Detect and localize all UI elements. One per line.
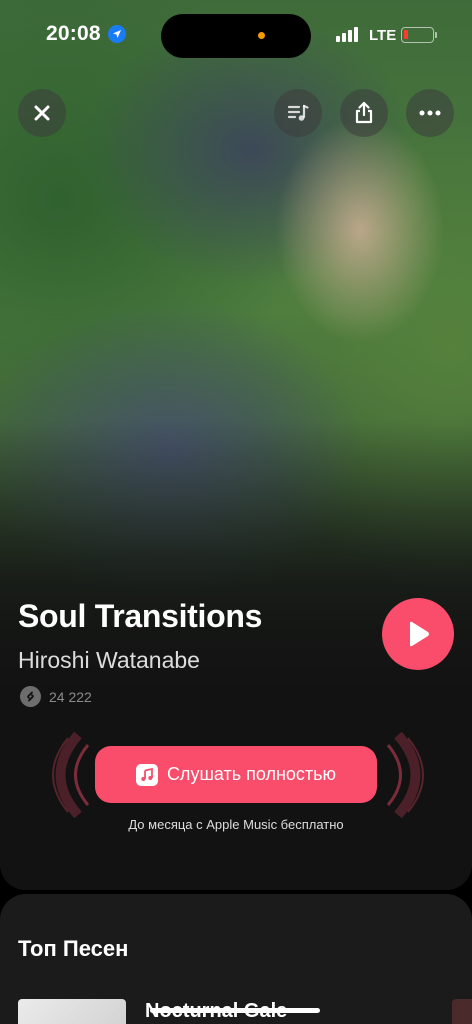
battery-level [404, 30, 408, 39]
apple-music-icon [135, 763, 158, 786]
top-songs-title: Топ Песен [18, 936, 129, 961]
battery-icon [401, 27, 434, 43]
more-button[interactable] [406, 89, 454, 137]
network-type: LTE [369, 27, 397, 44]
play-icon [410, 621, 429, 647]
listen-full-button[interactable]: Слушать полностью [95, 746, 377, 803]
share-icon [355, 101, 373, 124]
song-artwork[interactable] [18, 999, 126, 1024]
location-arrow-icon [108, 25, 126, 43]
home-indicator[interactable] [150, 1008, 320, 1013]
dynamic-island [161, 14, 311, 58]
more-icon [419, 110, 441, 116]
apple-music-trial-note: До месяца с Apple Music бесплатно [128, 817, 344, 832]
play-button[interactable] [382, 598, 454, 670]
song-artwork-partial[interactable] [452, 999, 472, 1024]
sound-wave-decoration-right [386, 731, 424, 819]
status-bar: 20:08 LTE [0, 0, 472, 70]
sound-wave-decoration-left [52, 731, 90, 819]
battery-tip [435, 32, 437, 38]
recording-indicator-dot [258, 32, 265, 39]
shazam-count: 24 222 [49, 688, 92, 705]
listen-full-label: Слушать полностью [166, 764, 337, 784]
close-icon [34, 105, 50, 121]
shazam-icon [20, 686, 41, 707]
share-button[interactable] [340, 89, 388, 137]
shazam-count-row: 24 222 [20, 686, 92, 707]
status-time: 20:08 [46, 22, 101, 45]
artist-name[interactable]: Hiroshi Watanabe [18, 647, 200, 674]
track-title: Soul Transitions [18, 598, 263, 634]
close-button[interactable] [18, 89, 66, 137]
signal-strength-icon [336, 27, 358, 42]
music-queue-icon [287, 104, 309, 121]
add-to-queue-button[interactable] [274, 89, 322, 137]
